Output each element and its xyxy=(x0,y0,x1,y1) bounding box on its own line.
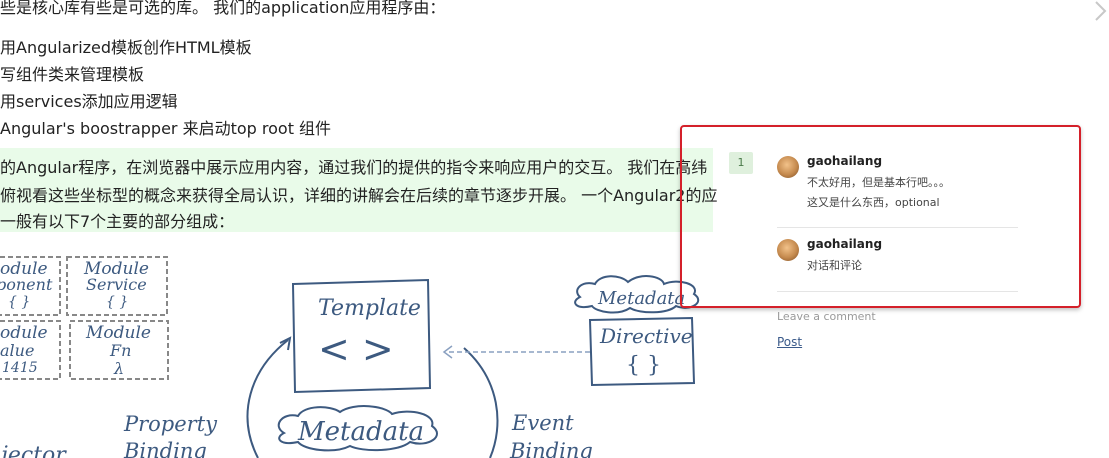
highlight-line: 一般有以下7个主要的部分组成： xyxy=(0,212,235,231)
metadata-top-text: Metadata xyxy=(597,288,685,309)
comment-panel xyxy=(680,125,1081,308)
metadata-bottom-text: Metadata xyxy=(297,417,424,447)
module-fn-text: Module xyxy=(85,323,151,343)
module-component-text: { } xyxy=(8,294,30,310)
module-fn-text: Fn xyxy=(109,341,131,360)
intro-line: 些是核心库有些是可选的库。 我们的application应用程序由： xyxy=(0,0,446,17)
module-value-text: 1415 xyxy=(2,360,38,376)
template-symbol: < > xyxy=(318,327,394,371)
property-binding-arc xyxy=(246,339,289,458)
highlight-line: 的Angular程序，在浏览器中展示应用内容，通过我们的提供的指令来响应用户的交… xyxy=(0,158,708,177)
architecture-diagram: odule ponent { } Module Service { } odul… xyxy=(0,256,700,458)
property-binding-text: Property xyxy=(123,412,218,436)
directive-symbol: { } xyxy=(626,353,661,378)
module-value-text: odule xyxy=(0,323,48,343)
module-service-text: { } xyxy=(106,294,128,310)
chevron-right-icon[interactable] xyxy=(1094,0,1108,22)
directive-text: Directive xyxy=(599,324,693,348)
comment-divider xyxy=(777,227,1018,228)
list-item: 用services添加应用逻辑 xyxy=(0,92,178,111)
comment-author[interactable]: gaohailang xyxy=(807,154,882,168)
highlighted-paragraph[interactable]: 的Angular程序，在浏览器中展示应用内容，通过我们的提供的指令来响应用户的交… xyxy=(0,148,717,232)
module-component-text: ponent xyxy=(0,275,53,294)
highlight-line: 俯视看这些坐标型的概念来获得全局认识，详细的讲解会在后续的章节逐步开展。 一个A… xyxy=(0,186,718,205)
event-binding-text: Binding xyxy=(509,439,593,458)
module-service-text: Service xyxy=(86,275,147,294)
avatar xyxy=(777,239,799,261)
template-text: Template xyxy=(318,296,421,321)
comment-text: 不太好用，但是基本行吧。。。 xyxy=(807,176,950,189)
list-item: 写组件类来管理模板 xyxy=(0,65,145,84)
module-value-text: alue xyxy=(0,341,34,360)
comment-text: 这又是什么东西，optional xyxy=(807,196,940,209)
list-item: Angular's boostrapper 来启动top root 组件 xyxy=(0,119,332,138)
property-binding-text: Binding xyxy=(123,439,207,458)
comment-author[interactable]: gaohailang xyxy=(807,237,882,251)
event-binding-arc xyxy=(463,347,499,458)
module-fn-text: λ xyxy=(113,359,124,378)
list-item: 用Angularized模板创作HTML模板 xyxy=(0,38,252,57)
event-binding-text: Event xyxy=(511,411,574,435)
leave-comment-input[interactable]: Leave a comment xyxy=(777,310,876,323)
post-link[interactable]: Post xyxy=(777,335,802,349)
comment-divider xyxy=(777,291,1018,292)
comment-text: 对话和评论 xyxy=(807,259,862,272)
injector-text: ijector xyxy=(0,443,67,458)
avatar xyxy=(777,156,799,178)
